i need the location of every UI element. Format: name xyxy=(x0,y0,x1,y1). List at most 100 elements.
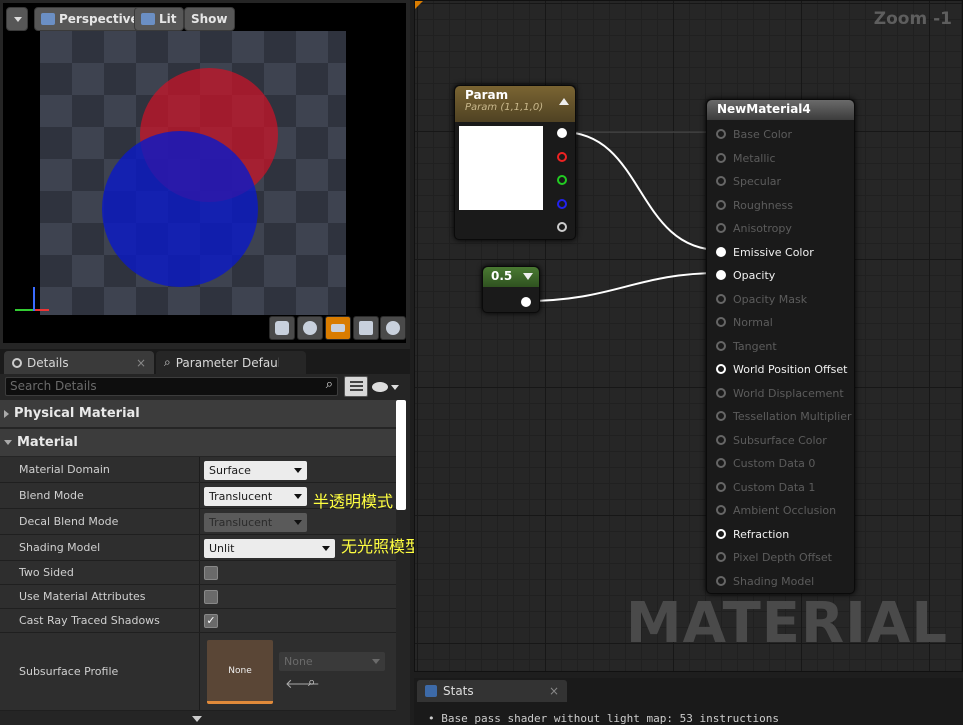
param-node-subtitle: Param (1,1,1,0) xyxy=(465,102,544,113)
visibility-filter-button[interactable] xyxy=(372,377,406,397)
pin-roughness[interactable] xyxy=(716,199,726,210)
pin-tangent[interactable] xyxy=(716,340,726,351)
row-cast-ray-traced-shadows: Cast Ray Traced Shadows ✓ xyxy=(0,609,396,633)
collapse-icon[interactable] xyxy=(559,98,569,105)
pin-world-displacement[interactable] xyxy=(716,387,726,398)
pin-ambient-occlusion[interactable] xyxy=(716,505,726,515)
shading-model-combo[interactable]: Unlit xyxy=(204,539,335,558)
chevron-down-icon xyxy=(391,384,399,390)
row-two-sided: Two Sided xyxy=(0,561,396,585)
close-icon[interactable]: × xyxy=(136,356,146,370)
param-node[interactable]: Param Param (1,1,1,0) xyxy=(454,85,576,240)
pin-world-position-offset[interactable] xyxy=(716,364,726,374)
property-matrix-button[interactable] xyxy=(344,376,368,397)
param-color-preview xyxy=(459,126,543,210)
row-shading-model: Shading Model Unlit xyxy=(0,535,396,561)
pin-constant-output[interactable] xyxy=(521,297,531,307)
pin-label: Custom Data 0 xyxy=(733,457,816,470)
pin-metallic[interactable] xyxy=(716,152,726,163)
pin-anisotropy[interactable] xyxy=(716,223,726,233)
perspective-button[interactable]: Perspective xyxy=(34,7,146,31)
pin-opacity[interactable] xyxy=(716,270,726,280)
blend-mode-combo[interactable]: Translucent xyxy=(204,487,307,506)
pin-label: Tessellation Multiplier xyxy=(733,410,852,423)
material-result-node[interactable]: NewMaterial4 Base Color Metallic Specular R… xyxy=(706,99,855,594)
pin-normal[interactable] xyxy=(716,317,726,327)
teapot-icon[interactable] xyxy=(380,316,406,340)
subsurface-thumbnail[interactable]: None xyxy=(207,640,273,704)
chevron-down-icon xyxy=(4,440,12,445)
check-icon: ✓ xyxy=(206,614,216,627)
eye-icon xyxy=(372,382,388,392)
perspective-icon xyxy=(41,13,55,25)
pin-label: Ambient Occlusion xyxy=(733,504,837,517)
search-icon[interactable]: ⌕ xyxy=(308,675,315,690)
pin-label: Specular xyxy=(733,175,782,188)
stats-line: • Base pass shader without light map: 53… xyxy=(428,712,780,725)
chevron-down-icon xyxy=(294,494,302,499)
pin-specular[interactable] xyxy=(716,176,726,186)
wire-const-to-opacity xyxy=(524,272,721,302)
pin-b[interactable] xyxy=(557,199,567,209)
pin-custom-data-0[interactable] xyxy=(716,458,726,468)
pin-label: Tangent xyxy=(733,339,777,353)
lit-button[interactable]: Lit xyxy=(134,7,184,31)
pin-label: Anisotropy xyxy=(733,222,792,235)
tab-stats[interactable]: Stats × xyxy=(417,680,567,702)
pin-label: Metallic xyxy=(733,151,776,165)
pin-rgb[interactable] xyxy=(557,128,567,138)
row-use-material-attributes: Use Material Attributes xyxy=(0,585,396,609)
tab-parameter-defaults[interactable]: ⌕ Parameter Defaults xyxy=(156,351,306,374)
scroll-down-arrow[interactable] xyxy=(192,716,202,722)
collapse-icon[interactable] xyxy=(523,273,533,280)
preview-viewport[interactable]: Perspective Lit Show xyxy=(3,3,406,343)
subsurface-asset-combo[interactable]: None xyxy=(279,652,385,671)
search-details-input[interactable]: Search Details ⌕ xyxy=(5,377,338,396)
chevron-right-icon xyxy=(4,409,9,418)
two-sided-checkbox[interactable] xyxy=(204,566,218,580)
search-icon: ⌕ xyxy=(164,355,171,369)
material-graph[interactable]: Zoom -1 MATERIAL Param Param (1,1,1,0) 0… xyxy=(414,0,963,672)
chevron-down-icon xyxy=(294,520,302,525)
tab-details[interactable]: Details × xyxy=(4,351,154,374)
grid-icon xyxy=(349,381,363,392)
material-domain-combo[interactable]: Surface xyxy=(204,461,307,480)
pin-shading-model[interactable] xyxy=(716,575,726,586)
close-icon[interactable]: × xyxy=(549,684,559,698)
details-scrollbar[interactable] xyxy=(396,400,406,510)
pin-subsurface-color[interactable] xyxy=(716,434,726,445)
chevron-down-icon xyxy=(294,468,302,473)
pin-opacity-mask[interactable] xyxy=(716,293,726,304)
use-material-attributes-checkbox[interactable] xyxy=(204,590,218,604)
pin-label: Pixel Depth Offset xyxy=(733,551,832,564)
cylinder-icon[interactable] xyxy=(269,316,295,340)
pin-label: Emissive Color xyxy=(733,245,814,259)
pin-emissive-color[interactable] xyxy=(716,246,726,257)
preview-scene xyxy=(40,31,346,315)
pin-tessellation-multiplier[interactable] xyxy=(716,411,726,421)
constant-node[interactable]: 0.5 xyxy=(482,266,540,313)
cast-ray-traced-shadows-checkbox[interactable]: ✓ xyxy=(204,614,218,628)
details-tab-bar: Details × ⌕ Parameter Defaults xyxy=(0,349,410,374)
plane-icon[interactable] xyxy=(325,316,351,340)
pin-label: Refraction xyxy=(733,527,790,541)
category-material[interactable]: Material xyxy=(0,429,396,456)
constant-value: 0.5 xyxy=(491,269,513,283)
pin-base-color[interactable] xyxy=(716,129,726,139)
pin-refraction[interactable] xyxy=(716,528,726,539)
cube-icon[interactable] xyxy=(353,316,379,340)
param-node-title: Param xyxy=(465,88,509,102)
pin-label: World Displacement xyxy=(733,386,844,400)
pin-custom-data-1[interactable] xyxy=(716,481,726,492)
pin-a[interactable] xyxy=(557,222,567,232)
chevron-down-icon xyxy=(14,16,22,22)
sphere-icon[interactable] xyxy=(297,316,323,340)
show-button[interactable]: Show xyxy=(184,7,235,31)
viewport-menu-button[interactable] xyxy=(6,7,28,31)
pin-pixel-depth-offset[interactable] xyxy=(716,552,726,562)
pin-r[interactable] xyxy=(557,152,567,162)
category-physical-material[interactable]: Physical Material xyxy=(0,400,396,427)
pin-label: Roughness xyxy=(733,198,794,212)
pin-label: Shading Model xyxy=(733,574,815,588)
pin-g[interactable] xyxy=(557,175,567,185)
